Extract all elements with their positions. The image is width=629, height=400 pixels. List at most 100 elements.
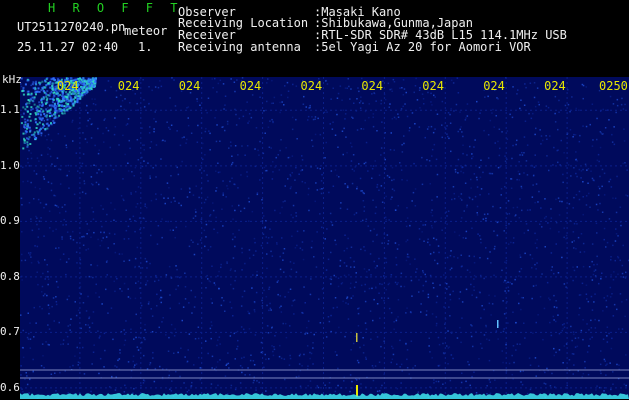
noise-speck (519, 343, 521, 345)
noise-speck (291, 235, 293, 237)
noise-speck (227, 352, 229, 354)
noise-speck (503, 281, 505, 283)
noise-speck (519, 254, 521, 256)
noise-speck (253, 364, 256, 366)
noise-speck (608, 119, 610, 121)
noise-speck (379, 283, 381, 285)
noise-speck (243, 290, 246, 292)
noise-speck (251, 210, 254, 213)
noise-speck (449, 122, 452, 124)
noise-speck (77, 170, 79, 172)
noise-speck (584, 163, 587, 166)
noise-speck (576, 175, 578, 178)
noise-speck (344, 113, 347, 115)
interference-speck (28, 136, 31, 139)
interference-speck (46, 90, 49, 93)
noise-speck (508, 362, 511, 365)
noise-speck (391, 188, 394, 190)
noise-speck (55, 205, 58, 207)
noise-speck (558, 332, 561, 335)
noise-speck (81, 162, 84, 165)
noise-speck (123, 238, 126, 240)
noise-speck (552, 315, 555, 318)
noise-speck (400, 169, 403, 171)
interference-speck (74, 96, 77, 99)
noise-speck (281, 237, 283, 239)
noise-speck (521, 154, 524, 156)
noise-speck (609, 95, 612, 98)
noise-speck (482, 171, 484, 174)
noise-speck (230, 307, 233, 309)
noise-speck (232, 218, 234, 220)
noise-speck (507, 200, 510, 202)
noise-speck (393, 328, 395, 330)
noise-speck (623, 140, 626, 142)
noise-speck (238, 229, 240, 231)
noise-speck (69, 324, 71, 326)
noise-speck (61, 238, 63, 240)
noise-speck (357, 325, 360, 327)
noise-speck (336, 354, 338, 356)
noise-speck (215, 170, 217, 172)
noise-speck (483, 213, 486, 216)
noise-speck (591, 243, 594, 245)
noise-speck (515, 349, 517, 351)
noise-speck (244, 374, 246, 376)
noise-speck (68, 170, 70, 172)
noise-speck (606, 341, 609, 343)
noise-speck (358, 378, 361, 380)
noise-speck (371, 365, 374, 367)
noise-speck (606, 241, 609, 244)
noise-speck (618, 364, 620, 366)
info-label-antenna: Receiving antenna (178, 40, 301, 54)
noise-speck (497, 166, 500, 169)
noise-speck (504, 279, 507, 282)
noise-speck (385, 195, 387, 198)
noise-speck (500, 188, 503, 190)
noise-speck (590, 295, 593, 298)
noise-speck (600, 350, 602, 352)
noise-speck (475, 176, 478, 179)
noise-speck (289, 187, 292, 190)
noise-speck (541, 273, 543, 275)
noise-speck (429, 183, 431, 185)
noise-speck (372, 379, 375, 382)
noise-speck (406, 253, 409, 256)
interference-speck (54, 113, 57, 116)
noise-speck (54, 372, 56, 374)
noise-speck (479, 235, 481, 237)
noise-speck (553, 294, 555, 297)
noise-speck (473, 289, 475, 291)
interference-speck (26, 105, 29, 108)
interference-speck (33, 103, 36, 106)
noise-speck (270, 102, 273, 105)
noise-speck (35, 322, 37, 324)
noise-speck (412, 367, 414, 369)
noise-speck (283, 104, 285, 106)
noise-speck (241, 251, 243, 254)
noise-speck (494, 379, 496, 381)
noise-speck (428, 345, 430, 347)
noise-speck (369, 310, 372, 312)
noise-speck (349, 390, 351, 393)
noise-speck (75, 251, 78, 253)
noise-speck (557, 314, 559, 316)
noise-speck (279, 344, 281, 347)
interference-speck (61, 93, 64, 96)
noise-speck (248, 201, 250, 203)
noise-speck (476, 205, 479, 208)
noise-speck (114, 365, 116, 367)
noise-speck (184, 286, 187, 288)
noise-speck (83, 182, 86, 185)
noise-speck (522, 370, 524, 372)
noise-speck (47, 146, 49, 149)
noise-speck (400, 108, 403, 110)
noise-speck (166, 182, 169, 184)
noise-speck (363, 344, 365, 346)
noise-speck (188, 187, 191, 189)
noise-speck (241, 145, 243, 147)
noise-speck (180, 347, 182, 349)
noise-speck (81, 236, 83, 238)
noise-speck (409, 263, 411, 265)
noise-speck (547, 106, 550, 109)
